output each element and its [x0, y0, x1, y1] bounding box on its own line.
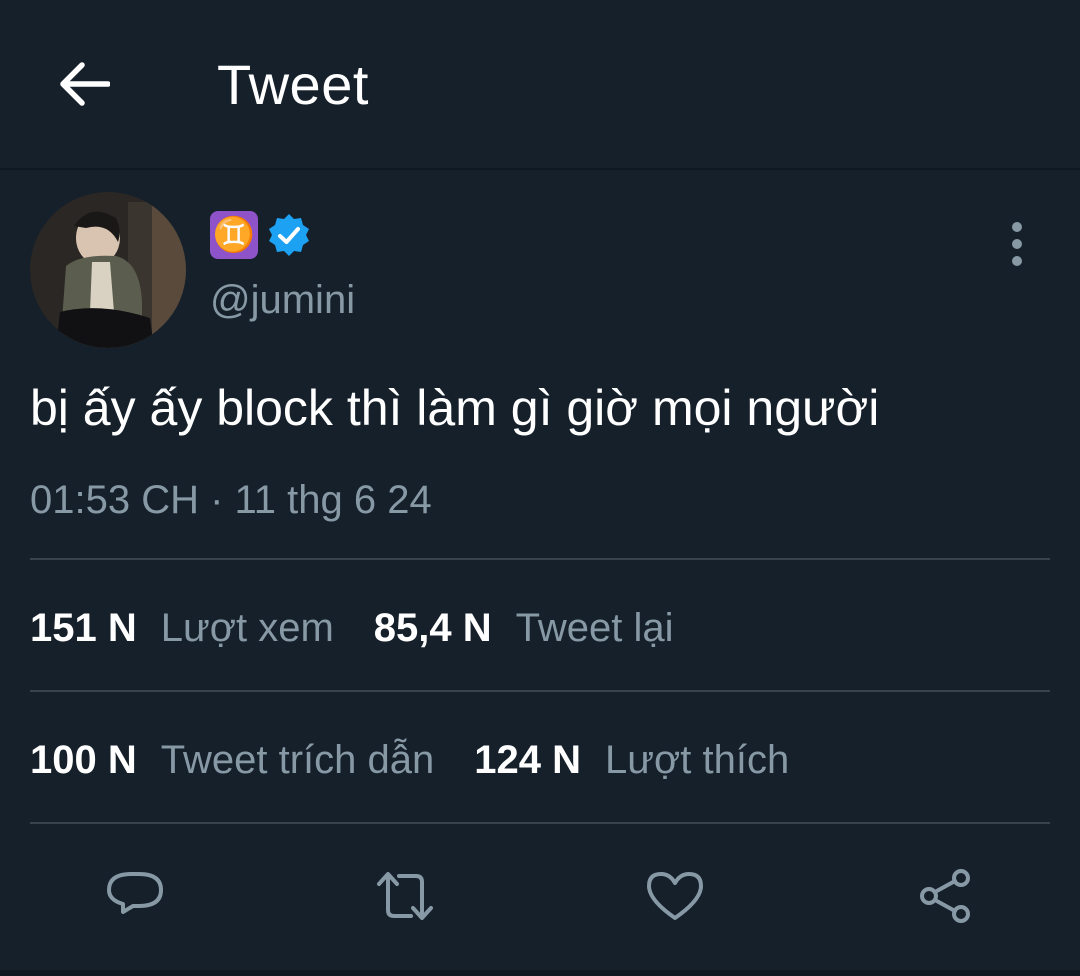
page-title: Tweet [217, 53, 369, 116]
stats-row-1: 151 N Lượt xem 85,4 N Tweet lại [30, 598, 674, 658]
top-bar: Tweet [0, 0, 1080, 170]
tweet-text: bị ấy ấy block thì làm gì giờ mọi người [30, 380, 880, 436]
more-dot [1012, 222, 1022, 232]
arrow-left-icon [60, 62, 110, 106]
more-dot [1012, 256, 1022, 266]
like-icon [647, 872, 703, 920]
likes-label[interactable]: Lượt thích [605, 738, 789, 783]
user-handle[interactable]: @jumini [210, 278, 355, 323]
back-button[interactable] [56, 56, 112, 112]
tweet-timestamp: 01:53 CH · 11 thg 6 24 [30, 478, 432, 522]
verified-badge-icon [269, 214, 309, 256]
likes-count[interactable]: 124 N [474, 738, 581, 783]
retweet-button[interactable] [375, 866, 435, 926]
avatar[interactable] [30, 192, 186, 348]
retweet-icon [377, 872, 433, 920]
divider [30, 690, 1050, 692]
reply-icon [107, 872, 163, 914]
views-label: Lượt xem [160, 605, 334, 650]
views-count: 151 N [30, 605, 137, 650]
reply-button[interactable] [105, 866, 165, 926]
avatar-image [30, 192, 186, 348]
bottom-divider [0, 970, 1080, 976]
quotes-count[interactable]: 100 N [30, 738, 137, 783]
retweets-count[interactable]: 85,4 N [374, 606, 492, 651]
share-icon [920, 869, 970, 923]
stats-row-2: 100 N Tweet trích dẫn 124 N Lượt thích [30, 730, 789, 790]
divider [30, 558, 1050, 560]
retweets-label[interactable]: Tweet lại [516, 606, 674, 651]
more-dot [1012, 239, 1022, 249]
divider [30, 822, 1050, 824]
like-button[interactable] [645, 866, 705, 926]
display-name[interactable]: ♊ [210, 210, 312, 260]
more-options-button[interactable] [1000, 222, 1034, 266]
gemini-emoji-icon: ♊ [210, 211, 258, 259]
quotes-label[interactable]: Tweet trích dẫn [161, 738, 434, 783]
share-button[interactable] [915, 866, 975, 926]
